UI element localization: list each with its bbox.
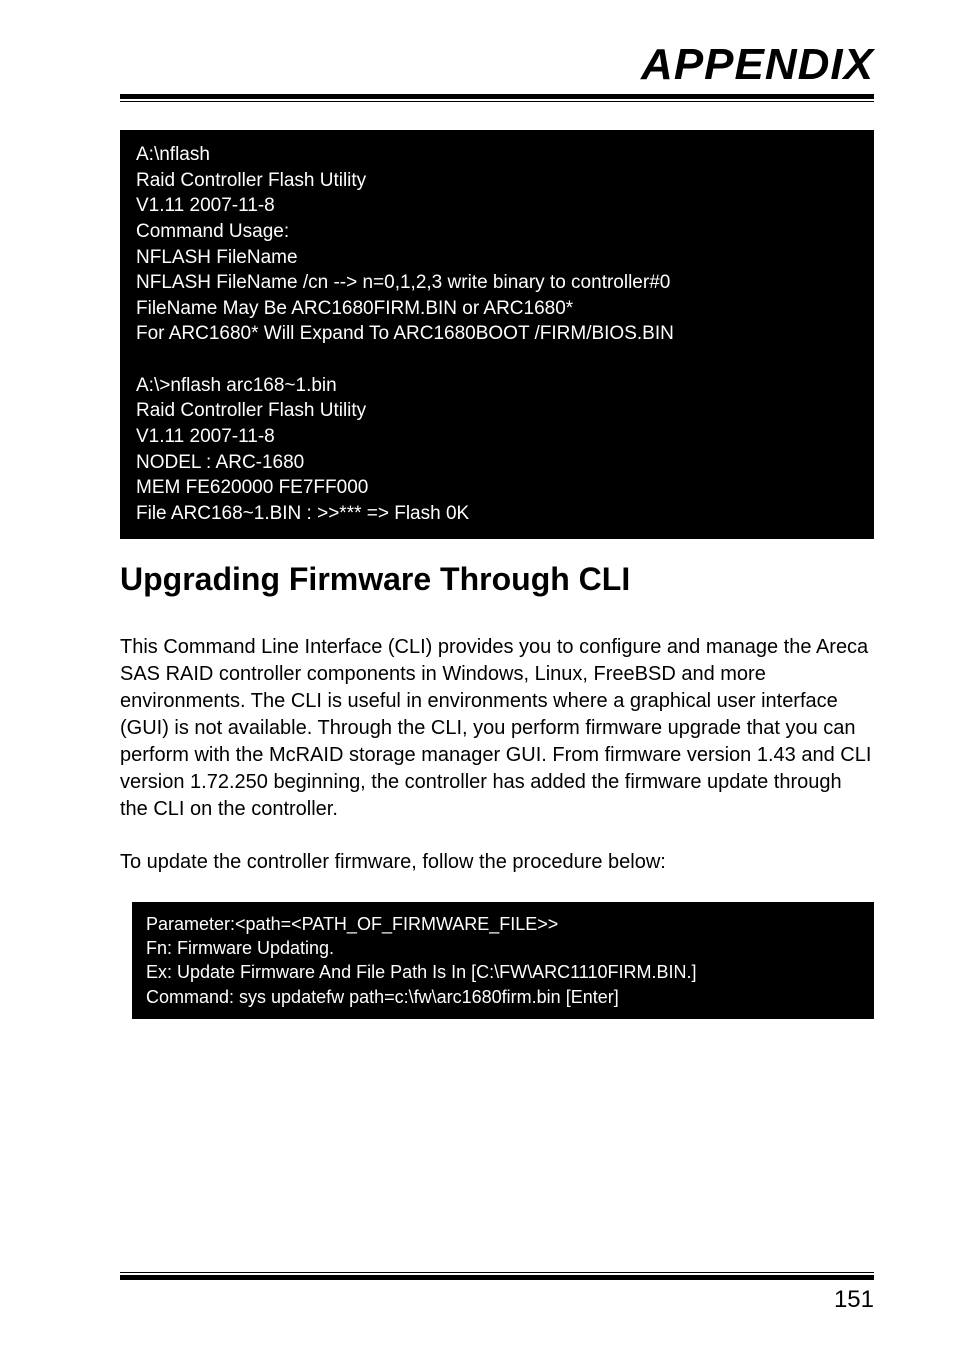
footer: 151 [120, 1272, 874, 1314]
footer-rule-thick [120, 1275, 874, 1280]
header-title: APPENDIX [120, 40, 874, 90]
footer-rule-thin [120, 1272, 874, 1273]
header-rule-thick [120, 94, 874, 99]
code-block-cli-command: Parameter:<path=<PATH_OF_FIRMWARE_FILE>>… [132, 902, 874, 1019]
header-rule-thin [120, 101, 874, 102]
section-heading: Upgrading Firmware Through CLI [120, 561, 874, 598]
code-block-nflash-usage: A:\nflash Raid Controller Flash Utility … [120, 130, 874, 539]
paragraph-procedure-lead: To update the controller firmware, follo… [120, 849, 874, 876]
page-number: 151 [120, 1286, 874, 1314]
paragraph-cli-intro: This Command Line Interface (CLI) provid… [120, 634, 874, 823]
